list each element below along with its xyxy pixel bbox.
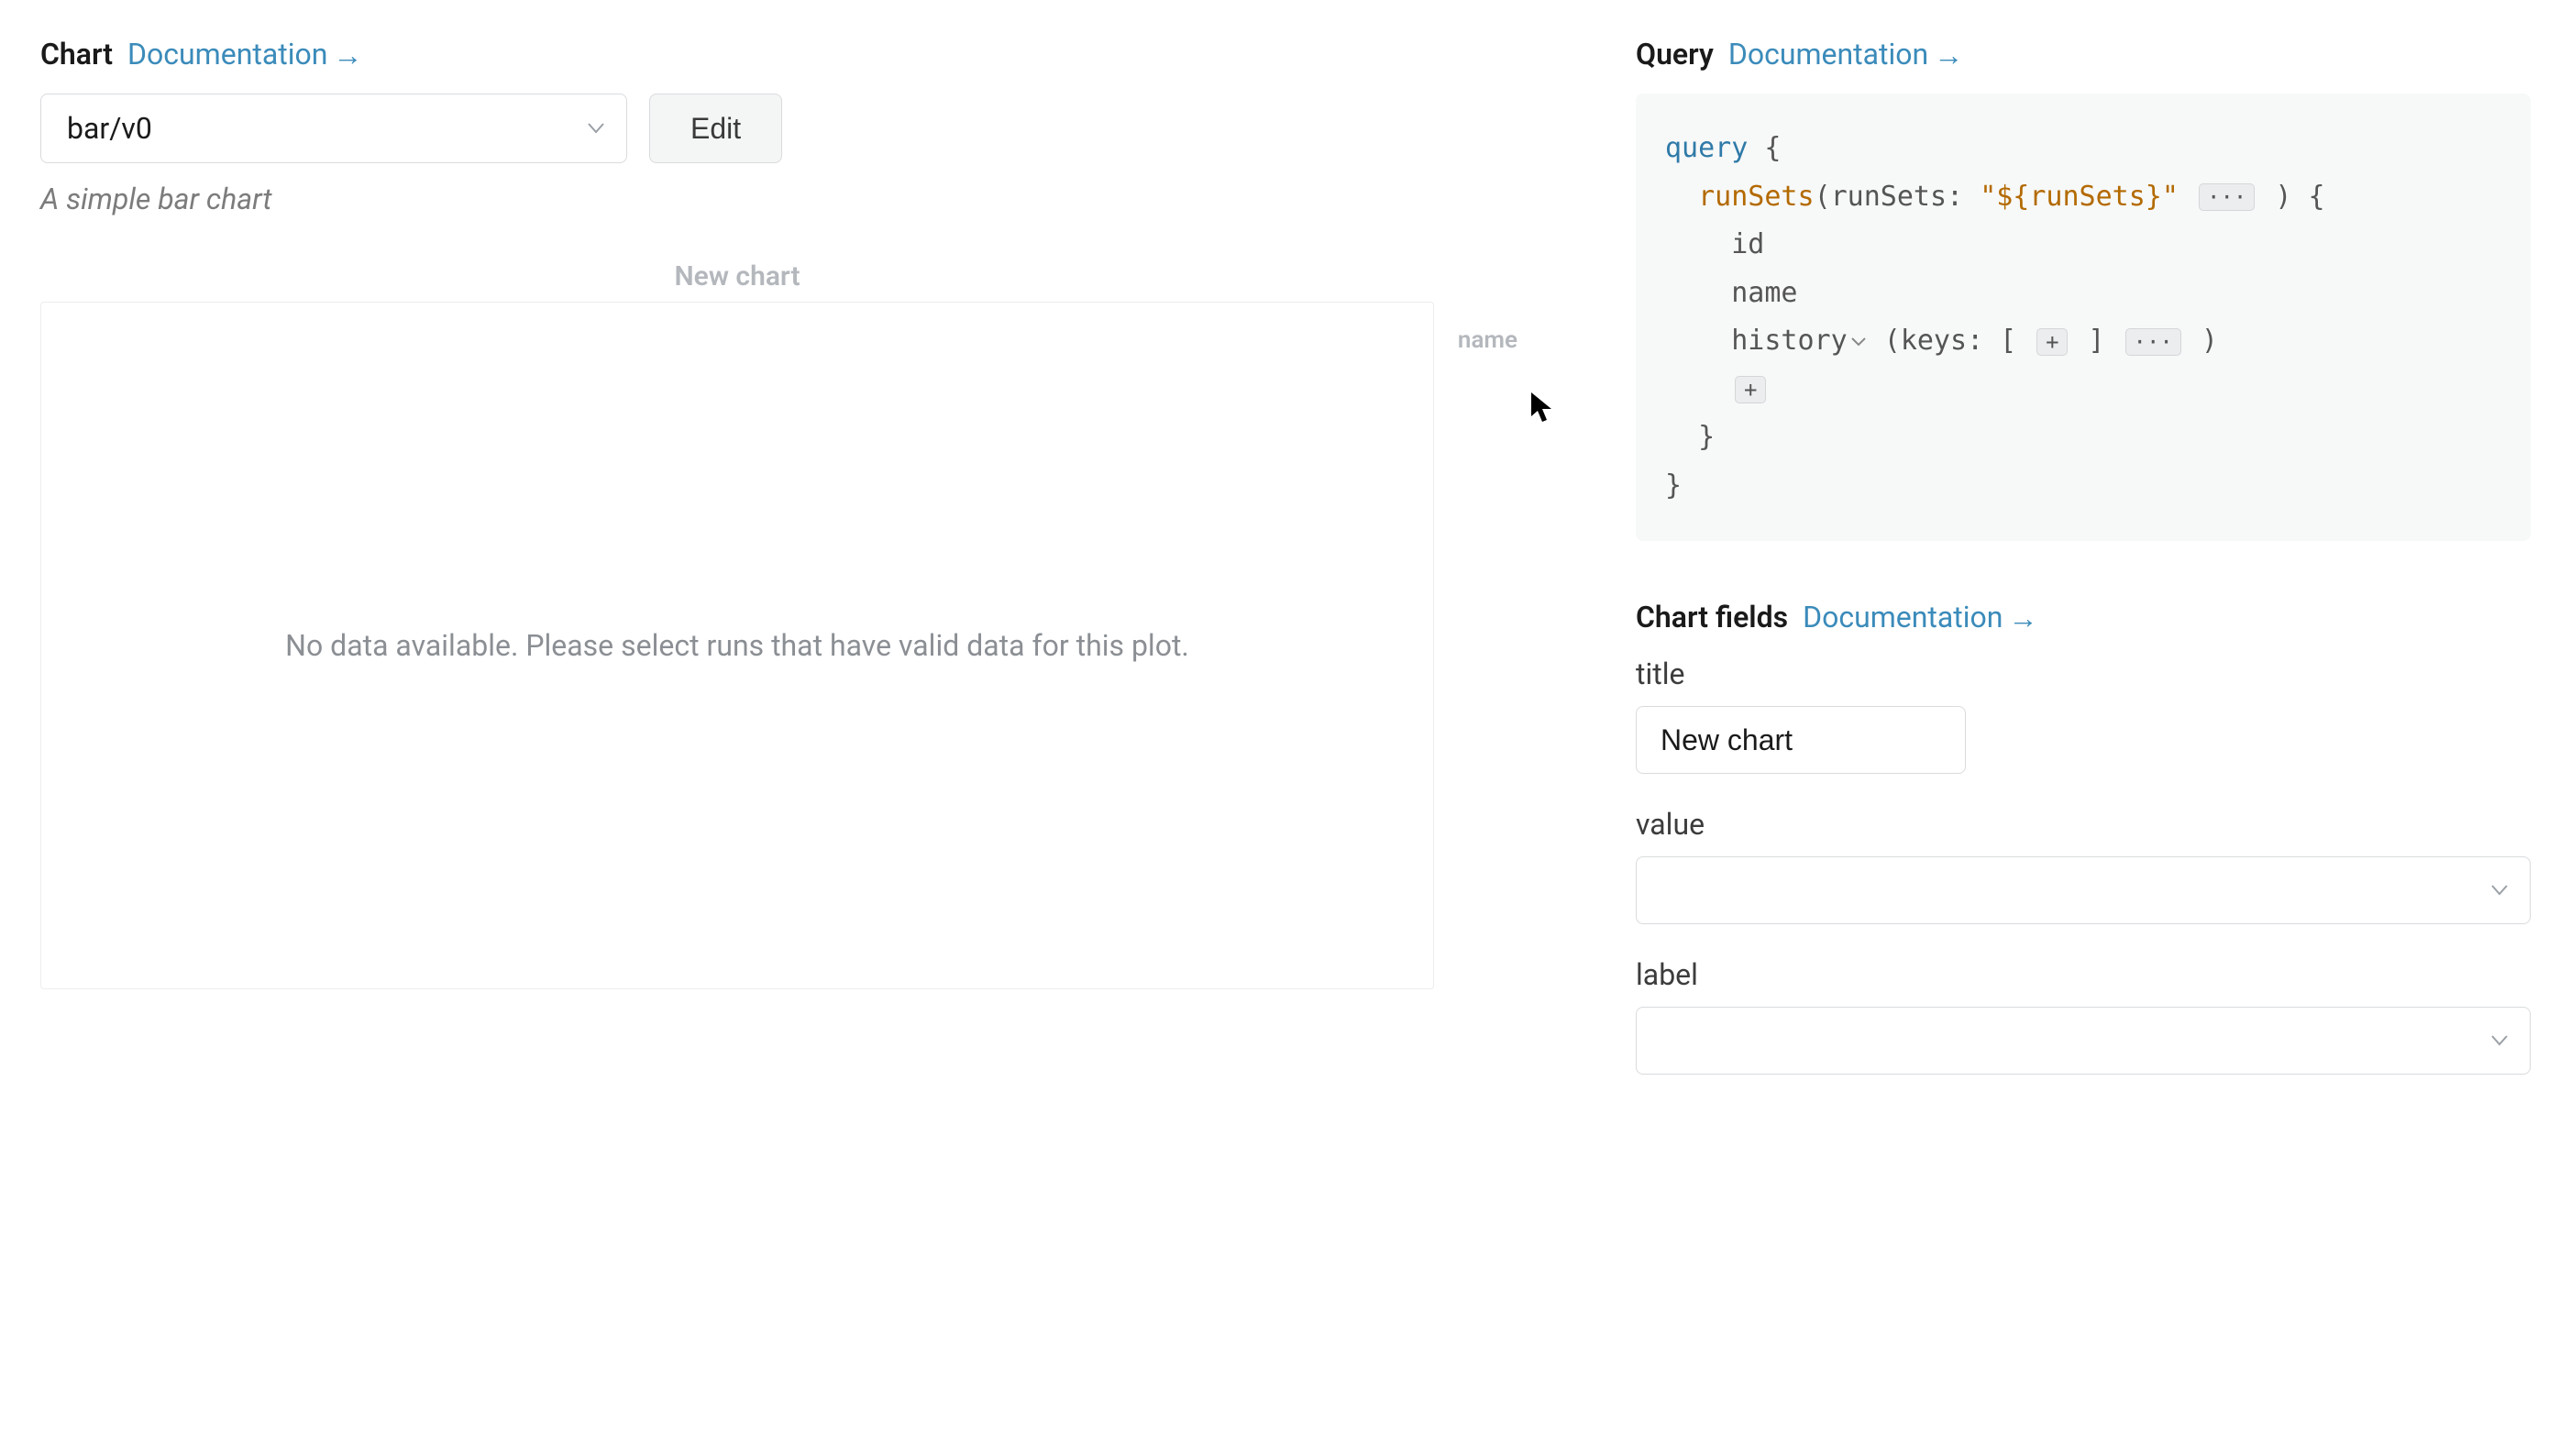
chart-preview-title: New chart — [40, 260, 1434, 292]
arrow-right-icon: → — [2008, 601, 2037, 635]
query-add-key-button[interactable]: + — [2036, 328, 2068, 356]
query-history-keys: keys — [1901, 325, 1967, 357]
chevron-down-icon — [2491, 885, 2508, 896]
chart-fields-title: Chart fields — [1636, 600, 1788, 634]
query-runsets-field: runSets — [1698, 181, 1814, 213]
query-kw: query — [1665, 132, 1748, 164]
query-close-outer: } — [1665, 469, 1682, 502]
field-label-label: label — [1636, 957, 2531, 992]
query-history-args-open: ( — [1868, 325, 1901, 357]
arrow-right-icon: → — [333, 38, 362, 72]
query-add-field-button[interactable]: + — [1735, 376, 1766, 403]
field-label-select[interactable] — [1636, 1007, 2531, 1075]
edit-button-label: Edit — [690, 112, 741, 145]
chart-preview: name No data available. Please select ru… — [40, 302, 1434, 989]
query-editor[interactable]: query { runSets(runSets: "${runSets}" ··… — [1636, 94, 2531, 541]
query-section-title: Query — [1636, 37, 1714, 72]
query-runsets-open: (runSets: — [1815, 181, 1981, 213]
chart-doc-link[interactable]: Documentation → — [127, 37, 362, 72]
query-field-name: name — [1731, 277, 1797, 309]
query-history-args-close: ) — [2185, 325, 2218, 357]
query-close-inner: } — [1698, 421, 1715, 453]
query-doc-link[interactable]: Documentation → — [1728, 37, 1963, 72]
chevron-down-icon — [2491, 1035, 2508, 1046]
chart-type-select[interactable]: bar/v0 — [40, 94, 627, 163]
arrow-right-icon: → — [1934, 38, 1963, 72]
edit-button[interactable]: Edit — [649, 94, 782, 163]
query-runsets-value: "${runSets}" — [1980, 181, 2179, 213]
chart-fields-doc-link[interactable]: Documentation → — [1803, 600, 2037, 634]
chart-doc-link-label: Documentation — [127, 37, 327, 72]
chart-legend-label: name — [1458, 326, 1517, 354]
chart-fields-doc-link-label: Documentation — [1803, 600, 2003, 634]
query-ellipsis-button[interactable]: ··· — [2125, 328, 2181, 356]
query-brace: { — [1748, 132, 1781, 164]
chart-section-header: Chart Documentation → — [40, 37, 1581, 72]
query-history-keys-close: ] — [2071, 325, 2121, 357]
query-field-history: history — [1731, 325, 1847, 357]
query-ellipsis-button[interactable]: ··· — [2199, 183, 2255, 211]
field-title-input[interactable] — [1636, 706, 1966, 774]
chevron-down-icon — [588, 123, 604, 134]
query-field-id: id — [1731, 228, 1764, 260]
chart-description: A simple bar chart — [40, 182, 1581, 216]
field-value-select[interactable] — [1636, 856, 2531, 924]
query-runsets-close: ) { — [2258, 181, 2324, 213]
field-value-label: value — [1636, 807, 2531, 842]
no-data-message: No data available. Please select runs th… — [285, 628, 1189, 663]
query-section-header: Query Documentation → — [1636, 37, 2531, 72]
chevron-down-icon[interactable] — [1851, 337, 1866, 347]
query-doc-link-label: Documentation — [1728, 37, 1928, 72]
chart-section-title: Chart — [40, 37, 113, 72]
query-history-keys-open: : [ — [1967, 325, 2033, 357]
field-title-label: title — [1636, 656, 2531, 691]
chart-fields-header: Chart fields Documentation → — [1636, 600, 2531, 634]
chart-type-value: bar/v0 — [67, 111, 152, 146]
